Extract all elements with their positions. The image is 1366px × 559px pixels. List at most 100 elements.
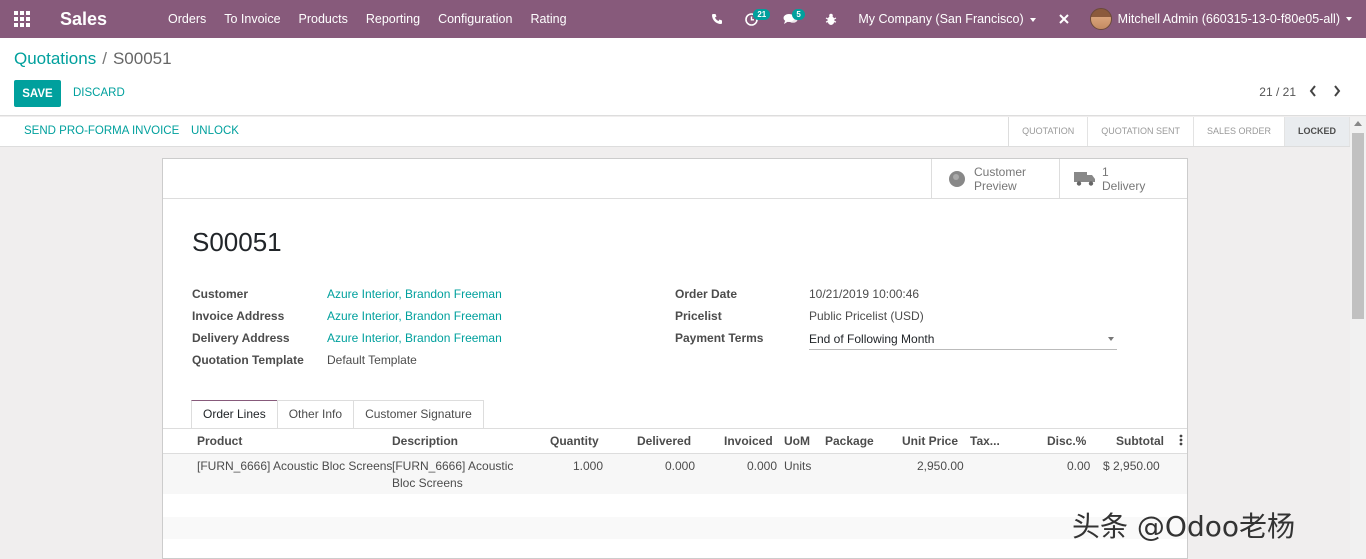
user-menu[interactable]: Mitchell Admin (660315-13-0-f80e05-all) [1080, 8, 1366, 30]
stage-quotation: QUOTATION [1009, 117, 1089, 146]
col-unit-price[interactable]: Unit Price [902, 434, 958, 448]
breadcrumb-current: S00051 [112, 49, 172, 68]
breadcrumb: Quotations / S00051 [14, 49, 172, 69]
caret-down-icon [1108, 337, 1114, 341]
cell-delivered: 0.000 [665, 459, 696, 473]
app-name[interactable]: Sales [60, 9, 107, 30]
activity-clock-icon[interactable]: 21 [734, 0, 771, 38]
company-switcher[interactable]: My Company (San Francisco) [848, 12, 1047, 26]
unlock-button[interactable]: UNLOCK [191, 117, 239, 146]
invoice-address-link[interactable]: Azure Interior, Brandon Freeman [327, 309, 502, 323]
top-navbar: Sales Orders To Invoice Products Reporti… [0, 0, 1366, 38]
record-title: S00051 [192, 227, 282, 257]
page-scrollbar[interactable] [1350, 117, 1366, 559]
payment-terms-value: End of Following Month [809, 332, 935, 346]
order-date-label: Order Date [675, 287, 738, 301]
user-name: Mitchell Admin (660315-13-0-f80e05-all) [1117, 12, 1340, 26]
save-button[interactable]: SAVE [14, 80, 61, 107]
tab-order-lines[interactable]: Order Lines [191, 400, 278, 428]
customer-preview-button[interactable]: Customer Preview [931, 159, 1059, 198]
customer-preview-label-1: Customer [974, 164, 1027, 179]
cell-quantity: 1.000 [573, 459, 604, 473]
delivery-address-link[interactable]: Azure Interior, Brandon Freeman [327, 331, 502, 345]
pricelist-value: Public Pricelist (USD) [809, 309, 924, 323]
order-lines-header: Product Description Quantity Delivered I… [163, 428, 1187, 454]
phone-icon[interactable] [700, 0, 734, 38]
close-icon[interactable] [1048, 0, 1080, 38]
message-count-badge: 5 [792, 9, 805, 20]
col-uom[interactable]: UoM [784, 434, 810, 448]
stage-locked: LOCKED [1285, 117, 1350, 146]
empty-row [163, 517, 1187, 539]
menu-item-orders[interactable]: Orders [159, 0, 215, 38]
send-proforma-invoice-button[interactable]: SEND PRO-FORMA INVOICE [24, 117, 179, 146]
menu-item-to-invoice[interactable]: To Invoice [215, 0, 289, 38]
quotation-template-value: Default Template [327, 353, 417, 367]
customer-link[interactable]: Azure Interior, Brandon Freeman [327, 287, 502, 301]
stage-quotation-sent: QUOTATION SENT [1088, 117, 1194, 146]
tab-customer-signature[interactable]: Customer Signature [353, 400, 484, 428]
col-subtotal[interactable]: Subtotal [1116, 434, 1164, 448]
chevron-down-icon [1029, 17, 1036, 22]
truck-icon [1070, 171, 1100, 186]
avatar [1089, 8, 1112, 30]
delivery-button[interactable]: 1 Delivery [1059, 159, 1187, 198]
bug-icon[interactable] [809, 0, 848, 38]
col-description[interactable]: Description [392, 434, 458, 448]
status-bar: SEND PRO-FORMA INVOICE UNLOCK QUOTATION … [0, 117, 1366, 147]
cell-subtotal: $ 2,950.00 [1103, 459, 1160, 473]
customer-preview-label-2: Preview [974, 178, 1017, 193]
main-menu: Orders To Invoice Products Reporting Con… [159, 0, 576, 38]
col-package[interactable]: Package [825, 434, 874, 448]
cell-invoiced: 0.000 [747, 459, 778, 473]
delivery-count: 1 [1102, 164, 1109, 179]
company-name: My Company (San Francisco) [858, 12, 1024, 26]
cell-description-line2: Bloc Screens [392, 476, 463, 490]
breadcrumb-separator: / [102, 49, 107, 68]
menu-item-rating[interactable]: Rating [521, 0, 575, 38]
delivery-address-label: Delivery Address [192, 331, 290, 345]
globe-icon [942, 170, 972, 187]
tab-other-info[interactable]: Other Info [276, 400, 355, 428]
form-sheet: Customer Preview 1 Delivery S00051 Custo… [162, 158, 1188, 559]
chevron-right-icon[interactable] [1330, 84, 1344, 98]
payment-terms-label: Payment Terms [675, 331, 764, 345]
cell-uom: Units [784, 459, 812, 473]
scroll-thumb[interactable] [1352, 133, 1364, 319]
col-quantity[interactable]: Quantity [550, 434, 599, 448]
chevron-left-icon[interactable] [1306, 84, 1320, 98]
cell-product: [FURN_6666] Acoustic Bloc Screens [197, 459, 393, 473]
menu-item-products[interactable]: Products [290, 0, 357, 38]
scroll-up-arrow-icon[interactable] [1354, 121, 1362, 126]
col-invoiced[interactable]: Invoiced [724, 434, 773, 448]
cell-unit-price: 2,950.00 [917, 459, 964, 473]
smart-button-box: Customer Preview 1 Delivery [163, 159, 1187, 199]
cell-discount: 0.00 [1067, 459, 1091, 473]
column-options-icon[interactable] [1179, 433, 1183, 450]
discard-button[interactable]: DISCARD [73, 80, 125, 107]
col-discount[interactable]: Disc.% [1047, 434, 1086, 448]
menu-item-configuration[interactable]: Configuration [429, 0, 521, 38]
customer-label: Customer [192, 287, 249, 301]
delivery-label: Delivery [1102, 178, 1146, 193]
menu-item-reporting[interactable]: Reporting [357, 0, 429, 38]
col-delivered[interactable]: Delivered [637, 434, 691, 448]
col-product[interactable]: Product [197, 434, 242, 448]
invoice-address-label: Invoice Address [192, 309, 285, 323]
payment-terms-select[interactable]: End of Following Month [809, 330, 1117, 350]
messages-icon[interactable]: 5 [769, 0, 809, 38]
quotation-template-label: Quotation Template [192, 353, 304, 367]
table-row[interactable]: [FURN_6666] Acoustic Bloc Screens [FURN_… [163, 454, 1187, 494]
order-date-value: 10/21/2019 10:00:46 [809, 287, 920, 301]
apps-menu-icon[interactable] [0, 0, 44, 38]
activity-count-badge: 21 [753, 9, 771, 20]
watermark-text: 头条 @Odoo老杨 [1072, 510, 1295, 543]
pager-value[interactable]: 21 / 21 [1259, 85, 1296, 99]
chevron-down-icon [1346, 17, 1352, 21]
pricelist-label: Pricelist [675, 309, 722, 323]
stage-sales-order: SALES ORDER [1194, 117, 1285, 146]
control-panel: Quotations / S00051 SAVE DISCARD 21 / 21 [0, 38, 1366, 116]
breadcrumb-quotations-link[interactable]: Quotations [14, 49, 96, 68]
col-taxes[interactable]: Tax... [970, 434, 1000, 448]
stage-pipeline: QUOTATION QUOTATION SENT SALES ORDER LOC… [1008, 117, 1350, 146]
